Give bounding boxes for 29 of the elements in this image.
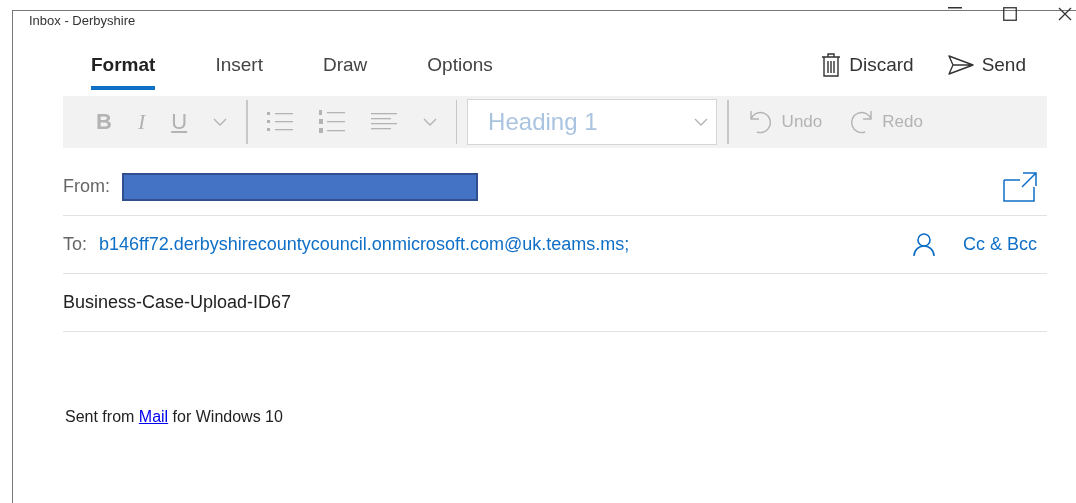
chevron-down-icon [213,118,228,126]
window-title: Inbox - Derbyshire [29,14,136,28]
ribbon-tab[interactable]: Draw [322,54,368,90]
send-icon [947,55,974,75]
bullet-list-icon [266,111,293,133]
ribbon-tab[interactable]: Options [427,54,493,90]
popout-icon[interactable] [1003,171,1037,202]
mail-link[interactable]: Mail [138,408,169,425]
ribbon-tab[interactable]: Insert [215,54,263,90]
chevron-down-icon [422,118,437,126]
discard-button[interactable]: Discard [821,53,914,77]
recipient[interactable]: b146ff72.derbyshirecountycouncil.onmicrosoft.com@uk.teams.ms; [99,234,630,255]
send-button[interactable]: Send [947,53,1026,77]
maximize-icon[interactable] [1003,7,1017,21]
minimize-icon[interactable] [948,7,962,9]
from-label: From: [63,176,110,197]
to-label: To: [63,234,87,255]
person-icon[interactable] [913,232,935,257]
cc-bcc-link[interactable]: Cc & Bcc [963,234,1037,255]
close-icon[interactable] [1058,7,1072,21]
ribbon-tab[interactable]: Format [91,54,156,90]
chevron-down-icon [694,118,709,126]
trash-icon [821,53,842,77]
undo-icon [747,109,774,135]
signature-text: Sent from Mail for Windows 10 [65,408,284,426]
redo-icon [848,109,875,135]
numbered-list-icon [318,110,345,134]
align-left-icon [370,112,397,132]
subject-field[interactable]: Business-Case-Upload-ID67 [63,292,292,313]
